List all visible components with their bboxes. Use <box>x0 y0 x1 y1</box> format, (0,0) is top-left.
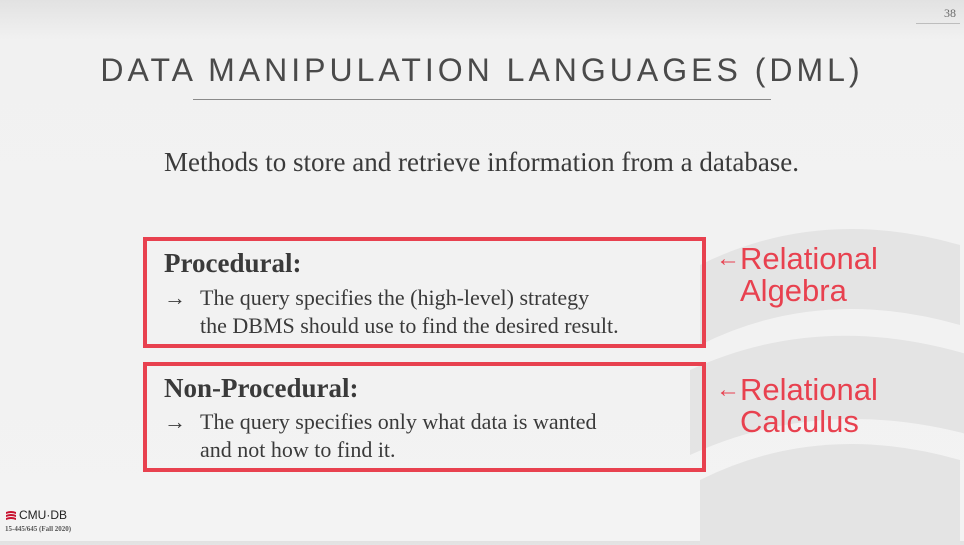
course-code: 15-445/645 (Fall 2020) <box>5 525 72 533</box>
nonprocedural-bullet: → The query specifies only what data is w… <box>164 409 596 435</box>
slide-number-divider <box>916 23 960 24</box>
nonprocedural-annotation-line-1: Relational <box>740 372 878 407</box>
title-underline <box>193 99 771 100</box>
cmu-db-logo: CMU·DB <box>5 508 67 522</box>
bullet-arrow-icon: → <box>164 409 186 434</box>
nonprocedural-annotation-line-2: Calculus <box>740 404 859 439</box>
bullet-arrow-icon: → <box>164 285 186 310</box>
nonprocedural-line-1: The query specifies only what data is wa… <box>200 409 597 434</box>
procedural-line-2: the DBMS should use to find the desired … <box>200 313 619 338</box>
nonprocedural-annotation: ←Relational Calculus <box>716 374 878 438</box>
nonprocedural-heading: Non-Procedural: <box>164 373 359 403</box>
cmu-db-logo-icon <box>6 510 16 520</box>
procedural-bullet: → The query specifies the (high-level) st… <box>164 285 589 311</box>
left-arrow-icon: ← <box>716 245 740 272</box>
intro-text: Methods to store and retrieve informatio… <box>164 147 800 177</box>
procedural-annotation: ←Relational Algebra <box>716 243 878 307</box>
procedural-line-1: The query specifies the (high-level) str… <box>200 285 590 310</box>
left-arrow-icon: ← <box>716 376 740 403</box>
logo-text: CMU·DB <box>19 508 67 522</box>
procedural-annotation-line-1: Relational <box>740 241 878 276</box>
procedural-heading: Procedural: <box>164 248 302 278</box>
procedural-annotation-line-2: Algebra <box>740 273 847 308</box>
slide-title: DATA MANIPULATION LANGUAGES (DML) <box>100 52 864 88</box>
nonprocedural-line-2: and not how to find it. <box>200 437 396 462</box>
slide-number: 38 <box>944 6 956 20</box>
